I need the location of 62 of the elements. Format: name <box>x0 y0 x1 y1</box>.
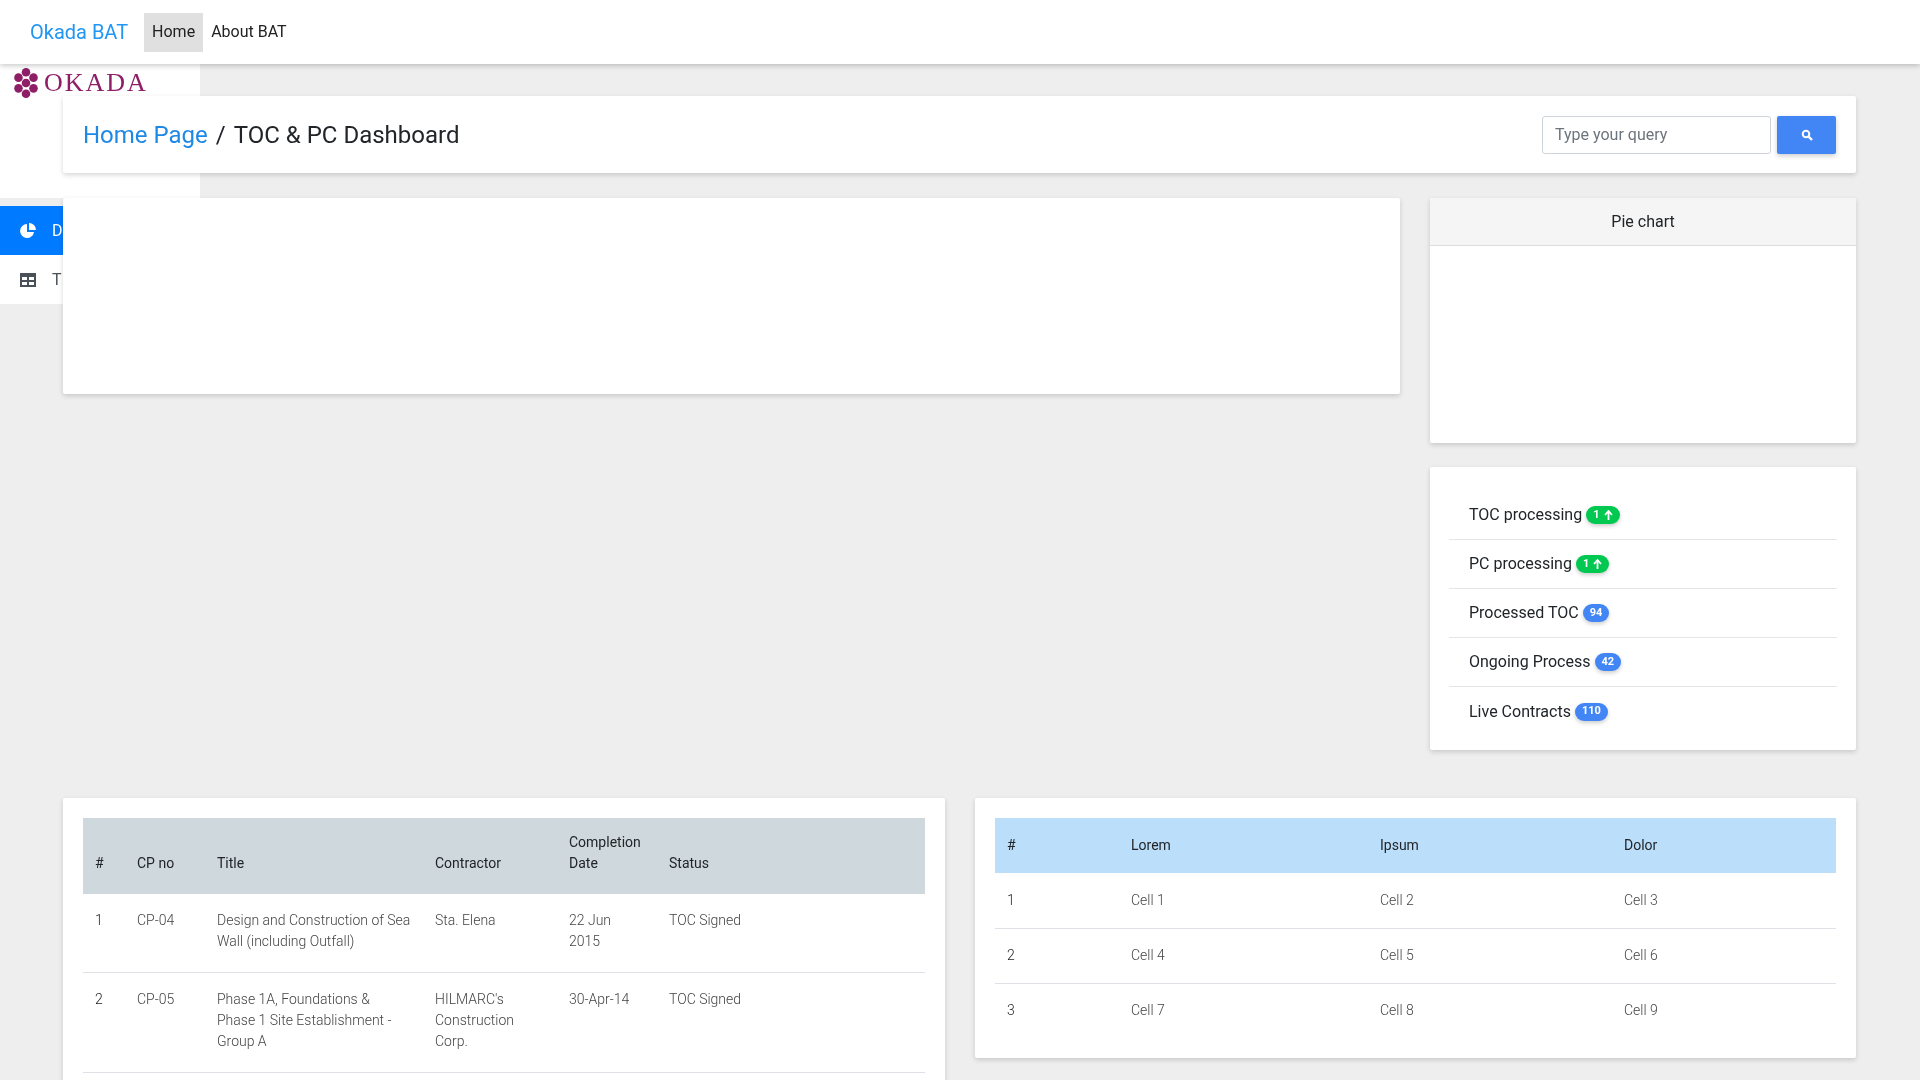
table-cell: 1 <box>83 894 125 973</box>
arrow-up-icon <box>1593 559 1603 569</box>
page-title: TOC & PC Dashboard <box>233 119 460 151</box>
table-cell: Cell 8 <box>1368 983 1612 1038</box>
arrow-up-icon <box>1603 510 1613 520</box>
column-header: Completion Date <box>557 818 657 894</box>
table-cell: 1 <box>995 873 1119 928</box>
count-badge: 110 <box>1574 702 1608 721</box>
table-cell: 30-Apr-14 <box>557 972 657 1073</box>
table-icon <box>20 272 36 287</box>
stat-label: PC processing <box>1469 553 1572 575</box>
table-cell: Cell 3 <box>1612 873 1836 928</box>
stat-label: Processed TOC <box>1469 602 1579 624</box>
card-title: Pie chart <box>1611 210 1675 233</box>
table-cell: Cell 9 <box>1612 983 1836 1038</box>
stat-label: Live Contracts <box>1469 700 1571 723</box>
table-cell: HILMARC's Construction Corp. <box>423 972 557 1073</box>
search-icon <box>1800 128 1813 141</box>
breadcrumb-separator: / <box>215 119 226 151</box>
column-header: Status <box>657 818 925 894</box>
nav-link[interactable]: About BAT <box>203 12 295 52</box>
column-header: Lorem <box>1119 818 1368 873</box>
flower-logo-icon <box>12 68 40 98</box>
pie-chart-icon <box>20 222 36 239</box>
count-badge: 1 <box>1575 555 1610 573</box>
count-badge: 1 <box>1586 506 1620 524</box>
table-cell: Cell 1 <box>1119 873 1368 928</box>
column-header: # <box>83 818 125 894</box>
table-cell: TOC Signed <box>657 894 925 973</box>
table-cell: CP-05 <box>125 972 205 1073</box>
count-badge: 94 <box>1582 604 1610 622</box>
table-cell: 2 <box>995 928 1119 983</box>
logo-text: OKADA <box>44 68 148 98</box>
nav-link[interactable]: Home <box>144 12 204 52</box>
search-button[interactable] <box>1777 115 1836 154</box>
table-cell: 3 <box>995 983 1119 1038</box>
table-cell: TOC Signed <box>657 972 925 1073</box>
table-cell: Design and Construction of Sea Wall (including Outfall) <box>205 894 423 973</box>
table-cell: Cell 4 <box>1119 928 1368 983</box>
column-header: Dolor <box>1612 818 1836 873</box>
sidebar-item-label: T <box>52 268 62 291</box>
table-cell: Sta. Elena <box>423 894 557 973</box>
stat-label: Ongoing Process <box>1469 651 1591 673</box>
table-cell: 2 <box>83 972 125 1073</box>
table-cell: Cell 6 <box>1612 928 1836 983</box>
breadcrumb-link[interactable]: Home Page <box>83 116 208 153</box>
column-header: Ipsum <box>1368 818 1612 873</box>
column-header: Contractor <box>423 818 557 894</box>
table-cell: CP-04 <box>125 894 205 973</box>
table-cell: Cell 2 <box>1368 873 1612 928</box>
search-field[interactable]: Type your query <box>1542 115 1771 154</box>
table-cell: Cell 5 <box>1368 928 1612 983</box>
column-header: # <box>995 818 1119 873</box>
sidebar-item-label: D <box>52 219 63 242</box>
sidebar-item[interactable]: D <box>0 206 63 255</box>
stat-label: TOC processing <box>1469 504 1583 526</box>
count-badge: 42 <box>1594 653 1622 671</box>
column-header: CP no <box>125 818 205 894</box>
table-cell: Cell 7 <box>1119 983 1368 1038</box>
column-header: Title <box>205 818 423 894</box>
table-cell: Phase 1A, Foundations & Phase 1 Site Establishment - Group A <box>205 972 423 1073</box>
table-cell: 22 Jun 2015 <box>557 894 657 973</box>
